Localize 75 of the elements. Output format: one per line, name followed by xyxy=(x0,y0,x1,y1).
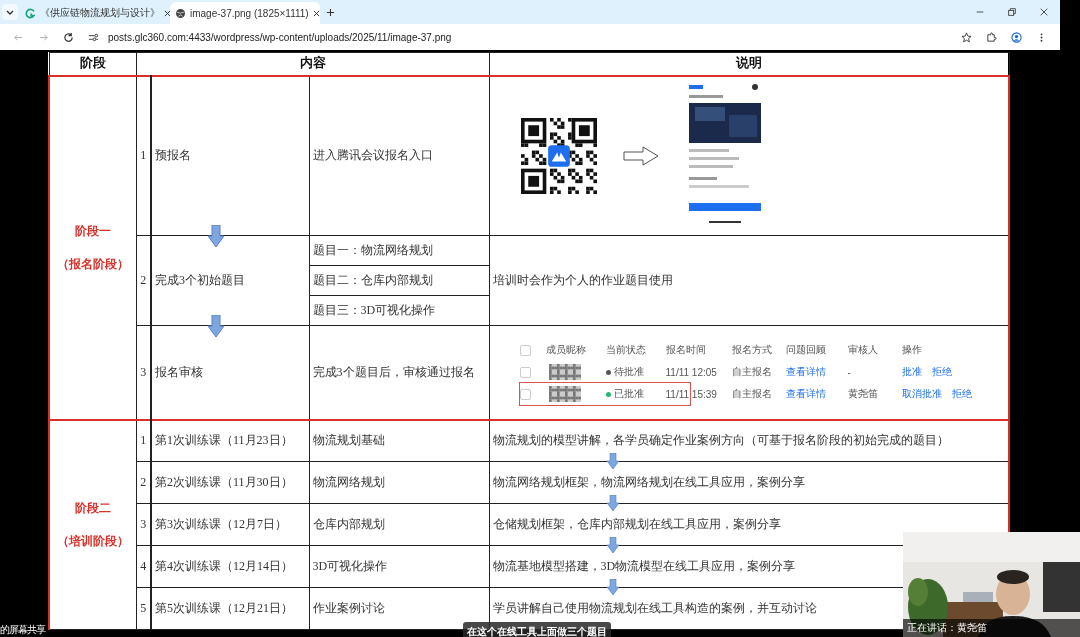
reviewer-text: 黄尧笛 xyxy=(847,387,879,402)
row-number: 4 xyxy=(136,545,151,588)
table-cell: 进入腾讯会议报名入口 xyxy=(309,75,489,236)
column-header: 报名时间 xyxy=(665,343,707,358)
column-header: 成员昵称 xyxy=(545,343,587,358)
time-text: 11/11 12:05 xyxy=(665,366,718,378)
reload-icon[interactable] xyxy=(63,31,74,43)
stage-subtitle: （报名阶段） xyxy=(55,255,130,273)
column-header: 阶段 xyxy=(49,52,136,76)
site-logo-icon xyxy=(25,7,36,19)
stage-name: 阶段一 xyxy=(73,222,112,240)
stage-name: 阶段二 xyxy=(73,499,112,517)
arrow-icon xyxy=(622,145,659,166)
browser-tab[interactable]: 《供应链物流规划与设计》 xyxy=(20,2,170,24)
row-number: 3 xyxy=(136,503,151,546)
table-cell: 物流规划的模型讲解，各学员确定作业案例方向（可基于报名阶段的初始完成的题目） xyxy=(489,419,1009,462)
action-link[interactable]: 批准 xyxy=(901,365,922,380)
site-settings-icon[interactable] xyxy=(88,31,99,43)
status-text: 待批准 xyxy=(613,365,644,380)
table-cell: 第4次训练课（12月14日） xyxy=(151,545,309,588)
action-link[interactable]: 拒绝 xyxy=(951,387,972,402)
star-icon[interactable] xyxy=(961,31,972,43)
column-header: 报名方式 xyxy=(731,343,773,358)
globe-icon xyxy=(175,7,186,19)
method-text: 自主报名 xyxy=(731,387,773,402)
table-cell: 第2次训练课（11月30日） xyxy=(151,461,309,504)
action-link[interactable]: 取消批准 xyxy=(901,387,942,402)
checkbox[interactable] xyxy=(519,366,531,378)
table-cell: 仓库内部规划 xyxy=(309,503,489,546)
detail-link[interactable]: 查看详情 xyxy=(785,387,848,402)
time-text: 11/11 15:39 xyxy=(665,388,718,400)
column-header: 操作 xyxy=(901,343,923,358)
method-text: 自主报名 xyxy=(731,365,773,380)
address-field[interactable]: posts.glc360.com:4433/wordpress/wp-content/uploads/2025/11/image-37.png xyxy=(108,31,452,43)
table-cell: 第5次训练课（12月21日） xyxy=(151,587,309,630)
table-cell: 第1次训练课（11月23日） xyxy=(151,419,309,462)
reviewer-text: - xyxy=(847,366,852,378)
speaker-label: 正在讲话：黄尧笛 xyxy=(903,619,1080,637)
table-cell: 物流规划基础 xyxy=(309,419,489,462)
screen-share-label: 的屏幕共享 xyxy=(0,622,45,637)
down-arrow-icon xyxy=(208,315,224,337)
column-header: 说明 xyxy=(489,52,1009,76)
row-number: 2 xyxy=(136,461,151,504)
checkbox[interactable] xyxy=(519,388,531,400)
table-cell: 3D可视化操作 xyxy=(309,545,489,588)
detail-link[interactable]: 查看详情 xyxy=(785,365,848,380)
table-cell: 第3次训练课（12月7日） xyxy=(151,503,309,546)
row-number: 1 xyxy=(136,419,151,462)
restore-icon[interactable] xyxy=(1007,7,1017,17)
column-header: 问题回顾 xyxy=(785,343,827,358)
row-number: 1 xyxy=(136,75,151,236)
new-tab-button[interactable] xyxy=(326,8,335,17)
table-cell: 物流网络规划 xyxy=(309,461,489,504)
down-arrow-icon xyxy=(605,495,621,511)
close-icon[interactable] xyxy=(312,9,320,17)
action-link[interactable]: 拒绝 xyxy=(931,365,952,380)
row-number: 5 xyxy=(136,587,151,630)
extensions-icon[interactable] xyxy=(986,31,997,43)
row-number: 2 xyxy=(136,235,151,326)
close-icon[interactable] xyxy=(1039,7,1049,17)
browser-tab[interactable]: image-37.png (1825×1111) xyxy=(170,2,320,24)
status-text: 已批准 xyxy=(613,387,644,402)
stage-subtitle: （培训阶段） xyxy=(55,532,130,550)
column-header: 审核人 xyxy=(847,343,879,358)
tab-list-button[interactable] xyxy=(2,4,18,20)
down-arrow-icon xyxy=(605,453,621,469)
column-header: 内容 xyxy=(136,52,489,76)
profile-icon[interactable] xyxy=(1011,31,1022,43)
column-header: 当前状态 xyxy=(605,343,647,358)
checkbox[interactable] xyxy=(519,344,531,356)
down-arrow-icon xyxy=(605,579,621,595)
table-cell: 题目一：物流网络规划 xyxy=(309,235,489,266)
down-arrow-icon xyxy=(208,225,224,247)
down-arrow-icon xyxy=(605,537,621,553)
table-cell: 培训时会作为个人的作业题目使用 xyxy=(489,235,1009,326)
